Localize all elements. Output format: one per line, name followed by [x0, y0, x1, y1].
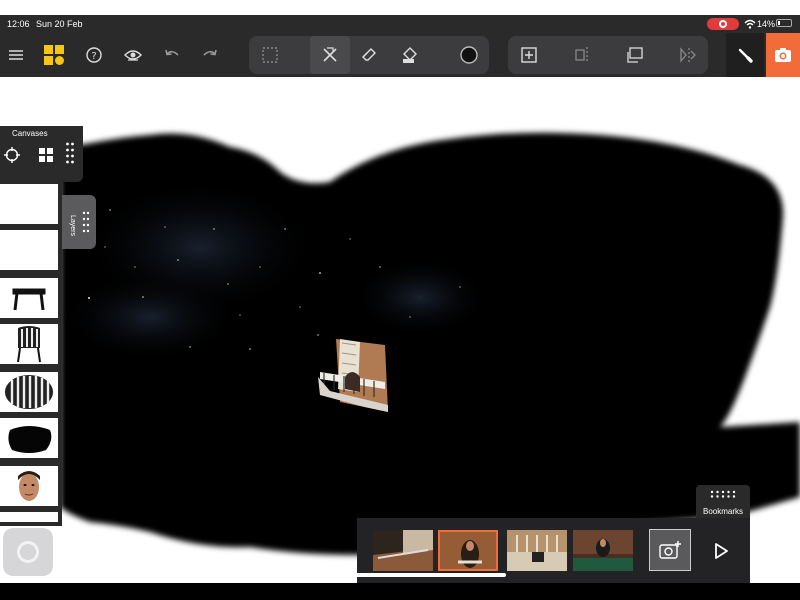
- film-frame-selected[interactable]: [438, 530, 498, 571]
- film-frame[interactable]: [573, 530, 633, 571]
- canvases-panel: Canvases: [0, 126, 83, 182]
- film-frame[interactable]: [373, 530, 433, 571]
- grid-view-icon[interactable]: [37, 146, 55, 164]
- editing-canvas[interactable]: [0, 77, 800, 587]
- remove-object-icon[interactable]: [310, 36, 350, 74]
- battery-percentage: 14%: [757, 19, 776, 29]
- layer-thumbnail[interactable]: [0, 466, 58, 506]
- add-photo-icon: [659, 541, 681, 559]
- color-swatch-icon[interactable]: [455, 41, 483, 69]
- drag-handle-icon[interactable]: [65, 141, 75, 167]
- capture-frame-button[interactable]: [649, 529, 691, 571]
- screen-recording-icon[interactable]: [707, 18, 739, 30]
- align-icon[interactable]: [568, 41, 596, 69]
- play-icon[interactable]: [710, 540, 732, 562]
- status-time: 12:06: [7, 19, 30, 29]
- layer-thumbnail[interactable]: [0, 372, 58, 412]
- wifi-icon: [744, 19, 756, 29]
- layer-thumbnail[interactable]: [0, 324, 58, 364]
- eraser-icon[interactable]: [356, 41, 384, 69]
- transform-icon[interactable]: [621, 41, 649, 69]
- battery-icon: [776, 19, 792, 27]
- layer-thumbnail[interactable]: [0, 512, 58, 522]
- crosshair-icon[interactable]: [3, 146, 21, 164]
- brush-icon[interactable]: [726, 33, 764, 77]
- layers-label: Layers: [69, 215, 76, 237]
- view-eye-icon[interactable]: [119, 41, 147, 69]
- layer-thumbnail[interactable]: [0, 184, 58, 224]
- redo-icon[interactable]: [196, 41, 224, 69]
- home-indicator[interactable]: [294, 573, 506, 577]
- layer-thumbnail[interactable]: [0, 230, 58, 270]
- assistive-touch-button[interactable]: [3, 528, 53, 576]
- status-bar: 12:06 Sun 20 Feb 14%: [0, 15, 800, 33]
- menu-icon[interactable]: [2, 41, 30, 69]
- bottom-bar: [0, 583, 800, 600]
- film-frame[interactable]: [507, 530, 567, 571]
- flip-icon[interactable]: [673, 41, 701, 69]
- app-logo-icon[interactable]: [44, 45, 64, 65]
- toolbar: ?: [0, 33, 800, 77]
- layers-panel: [0, 182, 62, 526]
- app-screen: 12:06 Sun 20 Feb 14% ? Canvases Layers B…: [0, 0, 800, 600]
- fill-bucket-icon[interactable]: [396, 41, 424, 69]
- select-marquee-icon[interactable]: [256, 41, 284, 69]
- camera-icon[interactable]: [766, 33, 800, 77]
- bookmarks-panel[interactable]: Bookmarks: [696, 485, 750, 518]
- canvases-title: Canvases: [12, 129, 48, 138]
- layer-thumbnail[interactable]: [0, 418, 58, 458]
- svg-text:?: ?: [91, 51, 96, 62]
- add-layer-icon[interactable]: [515, 41, 543, 69]
- canvas-artwork: [60, 132, 800, 557]
- drag-handle-icon[interactable]: [710, 490, 736, 498]
- help-icon[interactable]: ?: [80, 41, 108, 69]
- bookmarks-label: Bookmarks: [702, 507, 743, 516]
- undo-icon[interactable]: [158, 41, 186, 69]
- status-date: Sun 20 Feb: [36, 19, 83, 29]
- drag-handle-icon[interactable]: [82, 210, 90, 234]
- layer-thumbnail[interactable]: [0, 278, 58, 318]
